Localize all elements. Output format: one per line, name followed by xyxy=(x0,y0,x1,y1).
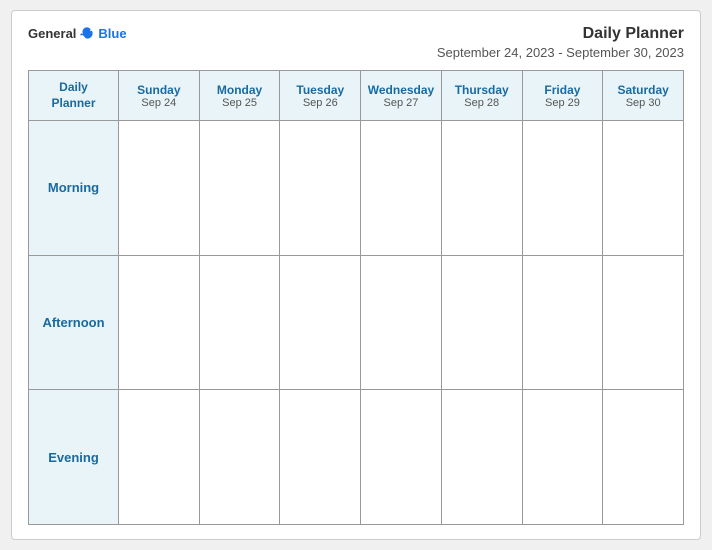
day-name-saturday: Saturday xyxy=(617,83,668,97)
cell-evening-thursday[interactable] xyxy=(442,390,523,525)
cell-evening-monday[interactable] xyxy=(200,390,281,525)
header-day-thursday: Thursday Sep 28 xyxy=(442,71,523,121)
logo-general: General xyxy=(28,26,76,41)
day-name-sunday: Sunday xyxy=(137,83,180,97)
header-day-wednesday: Wednesday Sep 27 xyxy=(361,71,442,121)
day-date-friday: Sep 29 xyxy=(545,97,580,109)
cell-evening-wednesday[interactable] xyxy=(361,390,442,525)
cell-afternoon-friday[interactable] xyxy=(523,256,604,391)
day-name-wednesday: Wednesday xyxy=(368,83,434,97)
header-day-friday: Friday Sep 29 xyxy=(523,71,604,121)
corner-label-line2: Planner xyxy=(51,96,95,112)
cell-afternoon-tuesday[interactable] xyxy=(280,256,361,391)
corner-label-line1: Daily xyxy=(59,80,88,96)
cell-evening-sunday[interactable] xyxy=(119,390,200,525)
planner-title: Daily Planner xyxy=(437,25,684,43)
header-day-saturday: Saturday Sep 30 xyxy=(603,71,684,121)
day-name-thursday: Thursday xyxy=(455,83,509,97)
cell-morning-monday[interactable] xyxy=(200,121,281,256)
row-label-afternoon: Afternoon xyxy=(29,256,119,391)
day-name-tuesday: Tuesday xyxy=(296,83,344,97)
day-date-monday: Sep 25 xyxy=(222,97,257,109)
cell-evening-saturday[interactable] xyxy=(603,390,684,525)
cell-morning-thursday[interactable] xyxy=(442,121,523,256)
day-name-monday: Monday xyxy=(217,83,262,97)
cell-morning-friday[interactable] xyxy=(523,121,604,256)
logo-text: General Blue xyxy=(28,25,127,41)
header-day-sunday: Sunday Sep 24 xyxy=(119,71,200,121)
cell-morning-tuesday[interactable] xyxy=(280,121,361,256)
cell-afternoon-saturday[interactable] xyxy=(603,256,684,391)
cell-morning-wednesday[interactable] xyxy=(361,121,442,256)
day-date-saturday: Sep 30 xyxy=(626,97,661,109)
cell-afternoon-sunday[interactable] xyxy=(119,256,200,391)
cell-afternoon-thursday[interactable] xyxy=(442,256,523,391)
calendar-grid: Daily Planner Sunday Sep 24 Monday Sep 2… xyxy=(28,70,684,525)
day-date-sunday: Sep 24 xyxy=(141,97,176,109)
date-range: September 24, 2023 - September 30, 2023 xyxy=(437,45,684,60)
corner-cell: Daily Planner xyxy=(29,71,119,121)
day-date-thursday: Sep 28 xyxy=(464,97,499,109)
row-label-morning: Morning xyxy=(29,121,119,256)
cell-evening-tuesday[interactable] xyxy=(280,390,361,525)
title-area: Daily Planner September 24, 2023 - Septe… xyxy=(437,25,684,60)
logo-blue: Blue xyxy=(98,26,126,41)
header-day-tuesday: Tuesday Sep 26 xyxy=(280,71,361,121)
header: General Blue Daily Planner September 24,… xyxy=(28,25,684,60)
cell-afternoon-wednesday[interactable] xyxy=(361,256,442,391)
planner-container: General Blue Daily Planner September 24,… xyxy=(11,10,701,540)
logo-bird-icon xyxy=(79,25,95,41)
cell-afternoon-monday[interactable] xyxy=(200,256,281,391)
day-date-wednesday: Sep 27 xyxy=(384,97,419,109)
logo-area: General Blue xyxy=(28,25,127,41)
cell-morning-saturday[interactable] xyxy=(603,121,684,256)
header-day-monday: Monday Sep 25 xyxy=(200,71,281,121)
row-label-evening: Evening xyxy=(29,390,119,525)
cell-evening-friday[interactable] xyxy=(523,390,604,525)
cell-morning-sunday[interactable] xyxy=(119,121,200,256)
day-date-tuesday: Sep 26 xyxy=(303,97,338,109)
day-name-friday: Friday xyxy=(544,83,580,97)
